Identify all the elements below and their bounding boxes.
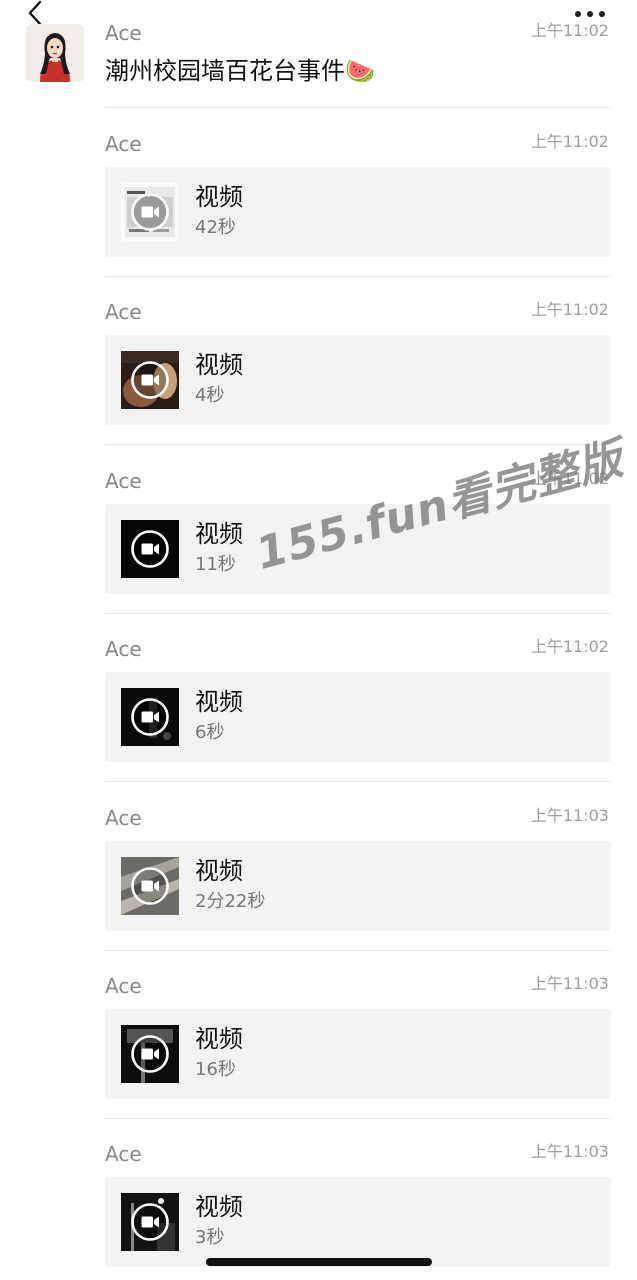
- divider: [105, 613, 611, 614]
- divider: [105, 276, 611, 277]
- video-thumbnail[interactable]: [121, 857, 179, 915]
- message-time: 上午11:02: [530, 21, 609, 40]
- divider: [105, 1118, 611, 1119]
- video-duration: 16秒: [195, 1059, 236, 1080]
- message-time: 上午11:03: [530, 806, 609, 825]
- video-duration: 11秒: [195, 554, 236, 575]
- video-title: 视频: [195, 351, 243, 379]
- video-play-icon: [131, 361, 169, 399]
- video-card[interactable]: 视频 6秒: [105, 672, 611, 762]
- message-time: 上午11:02: [530, 300, 609, 319]
- video-duration: 3秒: [195, 1227, 225, 1248]
- video-card[interactable]: 视频 2分22秒: [105, 841, 611, 931]
- divider: [105, 950, 611, 951]
- video-play-icon: [131, 698, 169, 736]
- video-thumbnail[interactable]: [121, 183, 179, 241]
- message-time: 上午11:02: [530, 637, 609, 656]
- message-time: 上午11:03: [530, 974, 609, 993]
- sender-name: Ace: [105, 469, 142, 493]
- sender-name: Ace: [105, 1142, 142, 1166]
- video-title: 视频: [195, 857, 243, 885]
- video-play-icon: [131, 1203, 169, 1241]
- video-duration: 4秒: [195, 385, 225, 406]
- sender-name: Ace: [105, 637, 142, 661]
- video-card[interactable]: 视频 16秒: [105, 1009, 611, 1099]
- sender-name: Ace: [105, 132, 142, 156]
- avatar[interactable]: [26, 24, 84, 82]
- home-indicator: [206, 1258, 432, 1266]
- video-card[interactable]: 视频 4秒: [105, 335, 611, 425]
- video-title: 视频: [195, 183, 243, 211]
- video-thumbnail[interactable]: [121, 1025, 179, 1083]
- video-card[interactable]: 视频 42秒: [105, 167, 611, 257]
- sender-name: Ace: [105, 806, 142, 830]
- more-button[interactable]: [568, 6, 612, 22]
- video-play-icon: [131, 193, 169, 231]
- message-body[interactable]: 潮州校园墙百花台事件🍉: [105, 56, 375, 86]
- video-title: 视频: [195, 520, 243, 548]
- video-duration: 6秒: [195, 722, 225, 743]
- video-title: 视频: [195, 688, 243, 716]
- video-thumbnail[interactable]: [121, 520, 179, 578]
- video-title: 视频: [195, 1025, 243, 1053]
- video-play-icon: [131, 530, 169, 568]
- video-thumbnail[interactable]: [121, 351, 179, 409]
- video-duration: 2分22秒: [195, 891, 266, 912]
- divider: [105, 781, 611, 782]
- video-thumbnail[interactable]: [121, 1193, 179, 1251]
- more-dots-icon: [575, 11, 605, 17]
- avatar-illustration-icon: [26, 24, 84, 82]
- video-title: 视频: [195, 1193, 243, 1221]
- video-play-icon: [131, 867, 169, 905]
- sender-name: Ace: [105, 300, 142, 324]
- sender-name: Ace: [105, 21, 142, 45]
- divider: [105, 107, 611, 108]
- video-thumbnail[interactable]: [121, 688, 179, 746]
- video-card[interactable]: 视频 3秒: [105, 1177, 611, 1267]
- video-play-icon: [131, 1035, 169, 1073]
- sender-name: Ace: [105, 974, 142, 998]
- video-duration: 42秒: [195, 217, 236, 238]
- message-time: 上午11:02: [530, 132, 609, 151]
- message-time: 上午11:03: [530, 1142, 609, 1161]
